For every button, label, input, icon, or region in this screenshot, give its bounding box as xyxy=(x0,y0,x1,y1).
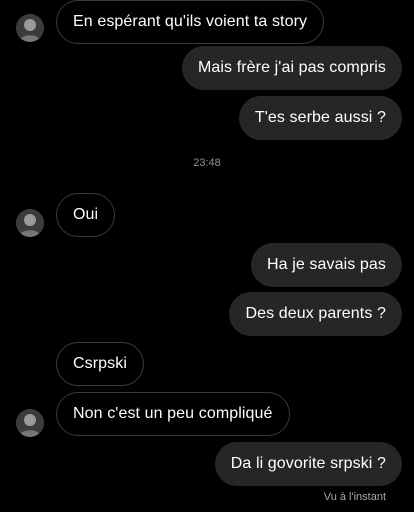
message-sent[interactable]: Des deux parents ? xyxy=(229,292,402,336)
avatar[interactable] xyxy=(16,209,44,237)
message-text: Da li govorite srpski ? xyxy=(230,455,386,472)
message-text: Csrpski xyxy=(73,355,128,372)
message-text: Non c'est un peu compliqué xyxy=(73,405,273,422)
message-text: Ha je savais pas xyxy=(267,256,386,273)
profile-photo-icon xyxy=(16,409,44,437)
message-text: En espérant qu'ils voient ta story xyxy=(73,13,308,30)
avatar[interactable] xyxy=(16,409,44,437)
profile-photo-icon xyxy=(16,209,44,237)
message-text: Oui xyxy=(73,206,99,223)
message-text: T'es serbe aussi ? xyxy=(254,109,386,126)
message-received[interactable]: En espérant qu'ils voient ta story xyxy=(56,0,325,44)
avatar[interactable] xyxy=(16,14,44,42)
message-text: Mais frère j'ai pas compris xyxy=(197,59,386,76)
message-sent[interactable]: Mais frère j'ai pas compris xyxy=(181,46,402,90)
message-sent[interactable]: Da li govorite srpski ? xyxy=(214,442,402,486)
message-sent[interactable]: T'es serbe aussi ? xyxy=(238,96,402,140)
message-received[interactable]: Csrpski xyxy=(56,342,145,386)
message-received[interactable]: Oui xyxy=(56,193,116,237)
message-received[interactable]: Non c'est un peu compliqué xyxy=(56,392,290,436)
seen-status: Vu à l'instant xyxy=(323,491,386,503)
message-text: Des deux parents ? xyxy=(245,305,386,322)
message-sent[interactable]: Ha je savais pas xyxy=(251,243,402,287)
profile-photo-icon xyxy=(16,14,44,42)
message-timestamp: 23:48 xyxy=(193,157,221,169)
